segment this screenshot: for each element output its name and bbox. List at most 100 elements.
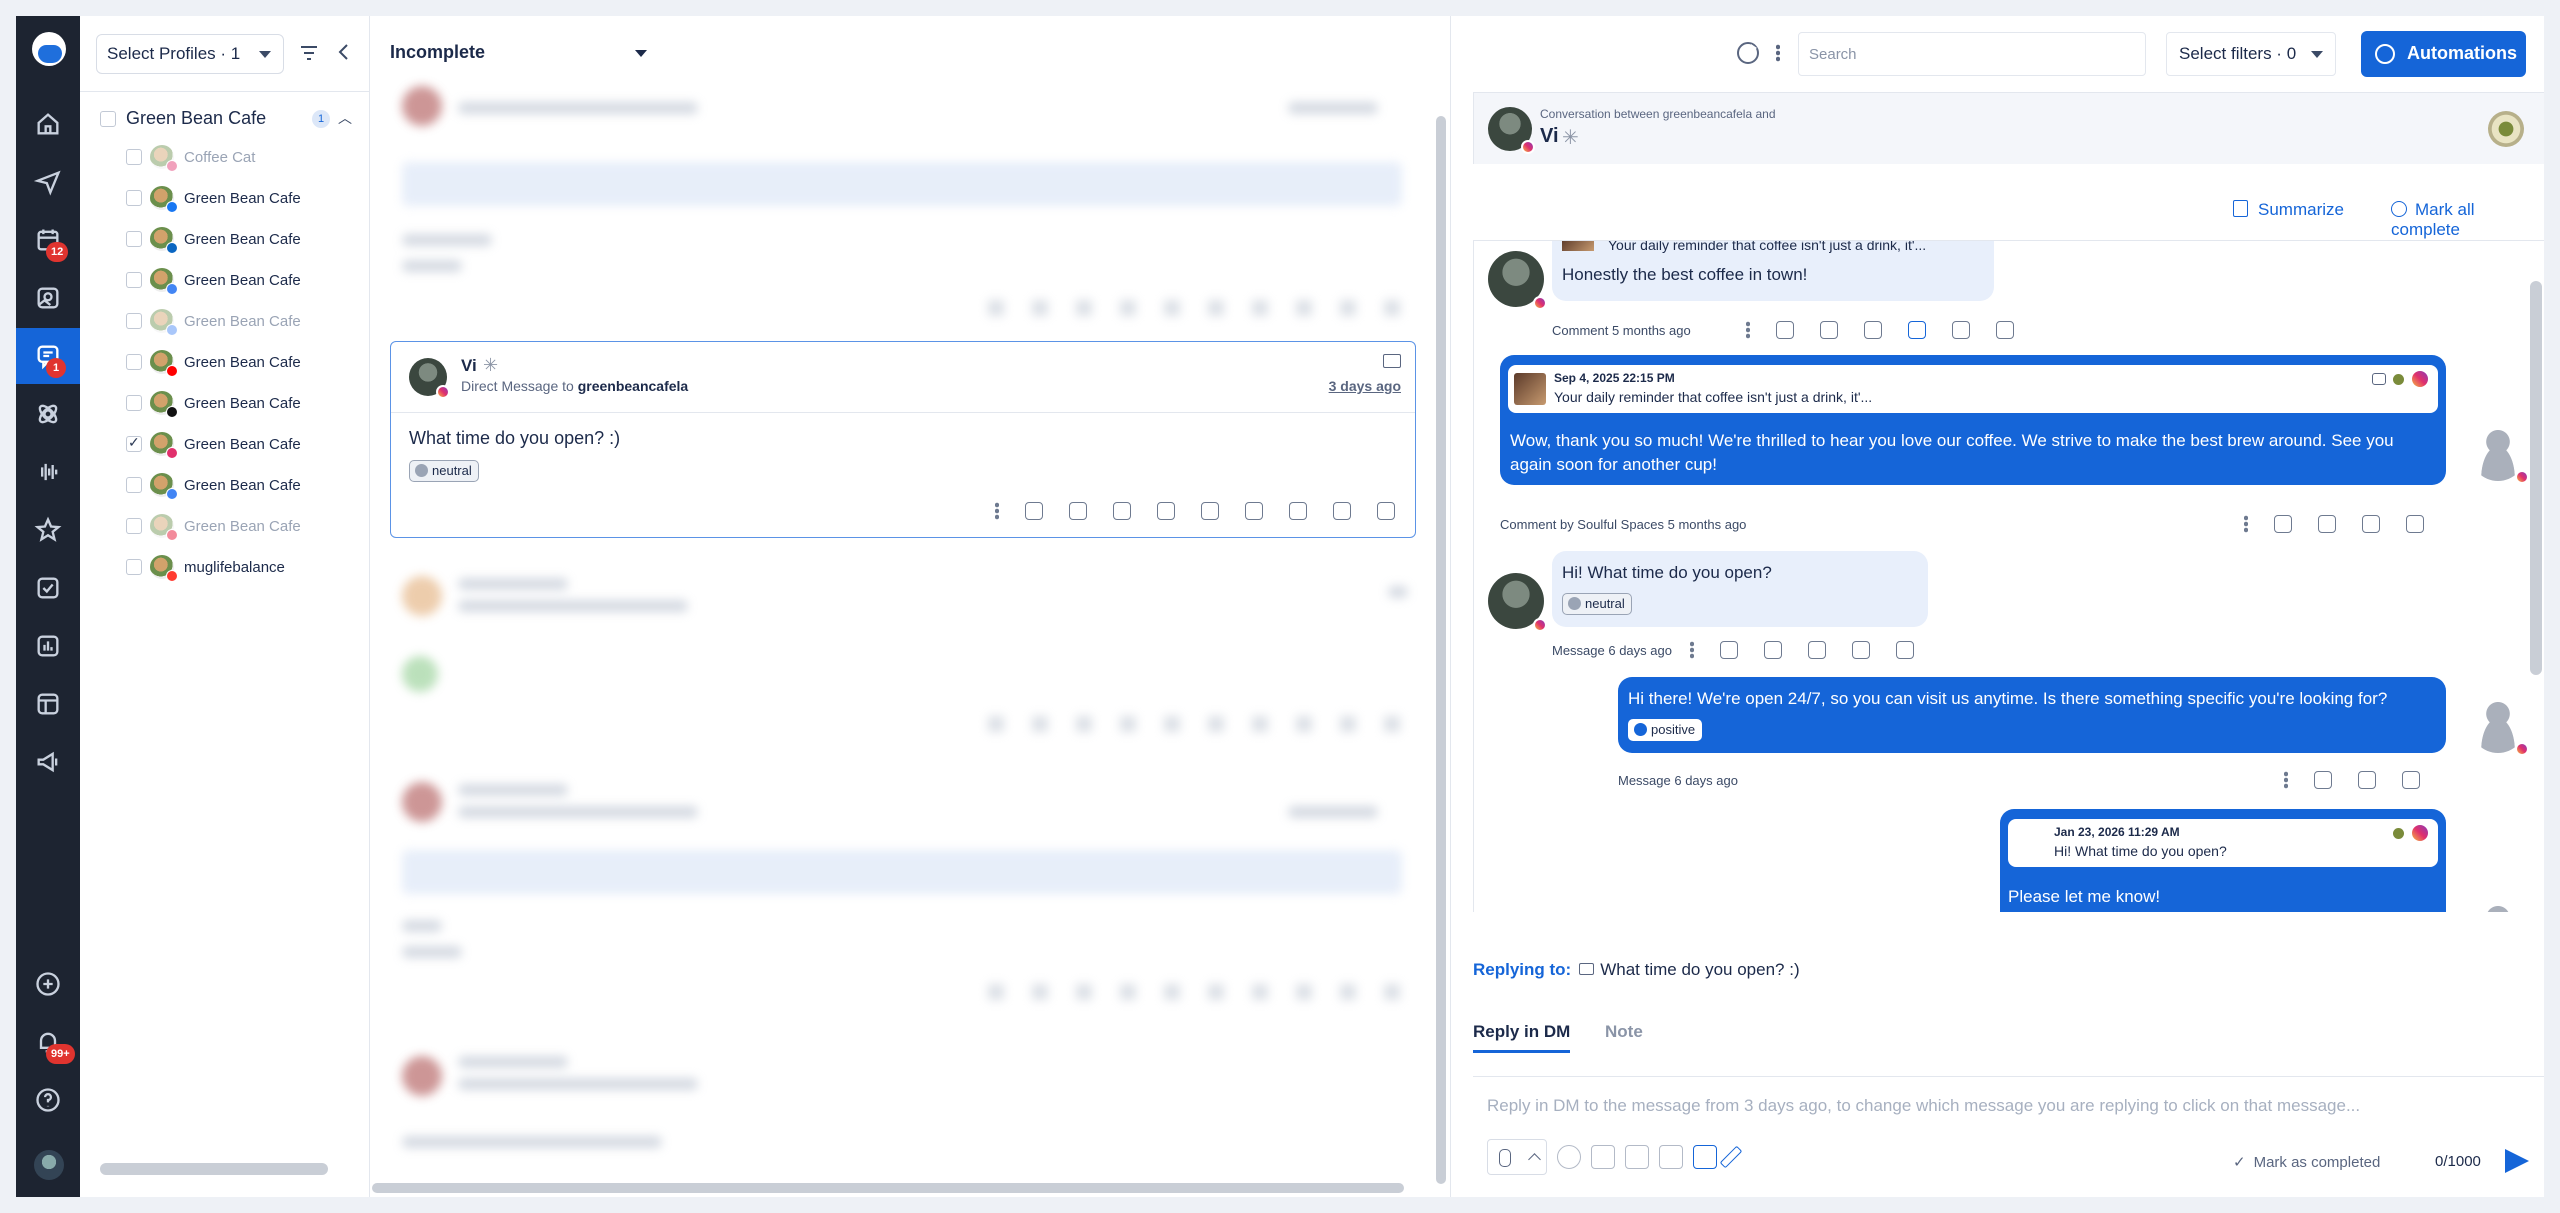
emoji-icon[interactable] <box>1557 1145 1581 1169</box>
group-checkbox[interactable] <box>100 111 116 127</box>
profile-item[interactable]: Green Bean Cafe <box>126 222 356 258</box>
reply-icon[interactable] <box>1377 502 1395 520</box>
profile-item[interactable]: Green Bean Cafe <box>126 345 356 381</box>
profile-item[interactable]: Green Bean Cafe <box>126 263 356 299</box>
profile-item[interactable]: Green Bean Cafe <box>126 386 356 422</box>
calendar-icon[interactable]: 12 <box>16 212 80 268</box>
profile-item[interactable]: Coffee Cat <box>126 140 356 176</box>
send-icon[interactable] <box>16 154 80 210</box>
copy-icon[interactable] <box>2274 515 2292 533</box>
comment-icon[interactable] <box>1820 321 1838 339</box>
copy-icon[interactable] <box>1776 321 1794 339</box>
star-icon[interactable]: ✳ <box>483 355 498 376</box>
inbox-icon[interactable]: 1 <box>16 328 80 384</box>
comment-icon[interactable] <box>2318 515 2336 533</box>
check-circle-icon[interactable] <box>1333 502 1351 520</box>
star-icon[interactable] <box>16 502 80 558</box>
message-bubble-outgoing[interactable]: Sep 4, 2025 22:15 PM Your daily reminder… <box>1500 355 2446 485</box>
user-avatar[interactable] <box>34 1150 64 1180</box>
media-library-icon[interactable] <box>1693 1145 1717 1169</box>
tag-icon[interactable] <box>1289 502 1307 520</box>
profile-checkbox[interactable] <box>126 518 142 534</box>
message-bubble[interactable]: Your daily reminder that coffee isn't ju… <box>1552 241 1994 301</box>
profile-item[interactable]: Green Bean Cafe <box>126 304 356 340</box>
profile-checkbox[interactable] <box>126 190 142 206</box>
archive-icon[interactable] <box>1764 641 1782 659</box>
vertical-scrollbar[interactable] <box>2530 281 2542 675</box>
profile-item[interactable]: Green Bean Cafe <box>126 181 356 217</box>
conversation-card-blurred[interactable] <box>388 556 1418 776</box>
more-icon[interactable] <box>995 502 999 520</box>
mark-as-completed-checkbox[interactable]: Mark as completed <box>2233 1153 2381 1171</box>
star-outline-icon[interactable] <box>1069 502 1087 520</box>
archive-icon[interactable] <box>1157 502 1175 520</box>
assign-icon[interactable] <box>1808 641 1826 659</box>
saved-replies-icon[interactable] <box>1625 1145 1649 1169</box>
reply-input[interactable]: Reply in DM to the message from 3 days a… <box>1487 1096 2360 1116</box>
tab-note[interactable]: Note <box>1605 1022 1643 1050</box>
copy-icon[interactable] <box>1720 641 1738 659</box>
profile-item[interactable]: Green Bean Cafe <box>126 468 356 504</box>
layout-icon[interactable] <box>16 676 80 732</box>
listening-icon[interactable] <box>16 444 80 500</box>
profile-item[interactable]: Green Bean Cafe <box>126 509 356 545</box>
tag-icon[interactable] <box>2406 515 2424 533</box>
user-icon[interactable] <box>1201 502 1219 520</box>
message-bubble[interactable]: Hi! What time do you open? neutral <box>1552 551 1928 627</box>
profile-checkbox[interactable] <box>126 559 142 575</box>
summarize-button[interactable]: Summarize <box>2233 200 2344 220</box>
refresh-icon[interactable] <box>1737 42 1759 64</box>
megaphone-icon[interactable] <box>16 734 80 790</box>
profile-checkbox[interactable] <box>126 313 142 329</box>
vertical-scrollbar[interactable] <box>1436 116 1446 1184</box>
assign-icon[interactable] <box>1908 321 1926 339</box>
profile-checkbox[interactable] <box>126 434 142 452</box>
image-icon[interactable] <box>1659 1145 1683 1169</box>
automation-icon[interactable] <box>16 386 80 442</box>
status-filter-dropdown[interactable]: Incomplete <box>390 42 648 63</box>
send-icon[interactable] <box>2505 1149 2529 1173</box>
media-icon[interactable] <box>16 270 80 326</box>
search-input[interactable]: Search <box>1798 32 2146 76</box>
chevron-up-icon[interactable]: ︿ <box>338 108 352 128</box>
message-bubble-outgoing[interactable]: Hi there! We're open 24/7, so you can vi… <box>1618 677 2446 753</box>
automations-button[interactable]: Automations <box>2361 31 2526 77</box>
conversation-card-blurred[interactable] <box>388 776 1418 1026</box>
copy-icon[interactable] <box>1113 502 1131 520</box>
more-icon[interactable] <box>2244 515 2248 533</box>
more-icon[interactable] <box>2284 771 2288 789</box>
tab-reply-in-dm[interactable]: Reply in DM <box>1473 1022 1571 1053</box>
mark-all-complete-button[interactable]: Mark all complete <box>2391 200 2544 240</box>
more-icon[interactable] <box>1746 321 1750 339</box>
more-icon[interactable] <box>1776 44 1780 62</box>
reply-icon[interactable] <box>1896 641 1914 659</box>
magic-wand-icon[interactable] <box>1719 1145 1743 1169</box>
profile-checkbox[interactable] <box>126 231 142 247</box>
profile-item[interactable]: Green Bean Cafe <box>126 427 356 463</box>
app-logo[interactable] <box>32 32 66 66</box>
tag-icon[interactable] <box>1952 321 1970 339</box>
add-icon[interactable] <box>16 956 80 1012</box>
archive-icon[interactable] <box>2358 771 2376 789</box>
reports-icon[interactable] <box>16 618 80 674</box>
profile-checkbox[interactable] <box>126 354 142 370</box>
horizontal-scrollbar[interactable] <box>100 1163 328 1175</box>
tasks-icon[interactable] <box>16 560 80 616</box>
select-filters-dropdown[interactable]: Select filters · 0 <box>2166 32 2336 76</box>
tag-icon[interactable] <box>2402 771 2420 789</box>
help-icon[interactable] <box>16 1072 80 1128</box>
hashtag-icon[interactable] <box>1591 1145 1615 1169</box>
collapse-panel-icon[interactable] <box>334 40 354 64</box>
profile-item[interactable]: muglifebalance <box>126 550 356 586</box>
archive-icon[interactable] <box>1864 321 1882 339</box>
copy-icon[interactable] <box>2314 771 2332 789</box>
assistant-avatar[interactable] <box>2488 111 2524 147</box>
more-icon[interactable] <box>1690 641 1694 659</box>
conversation-card-selected[interactable]: Vi ✳ Direct Message to greenbeancafela 3… <box>390 341 1416 538</box>
profile-checkbox[interactable] <box>126 477 142 493</box>
profile-group[interactable]: Green Bean Cafe 1 ︿ <box>100 104 352 134</box>
bolt-icon[interactable] <box>1025 502 1043 520</box>
horizontal-scrollbar[interactable] <box>372 1183 1404 1193</box>
bell-icon[interactable]: 99+ <box>16 1014 80 1070</box>
select-profiles-dropdown[interactable]: Select Profiles · 1 <box>96 34 284 74</box>
